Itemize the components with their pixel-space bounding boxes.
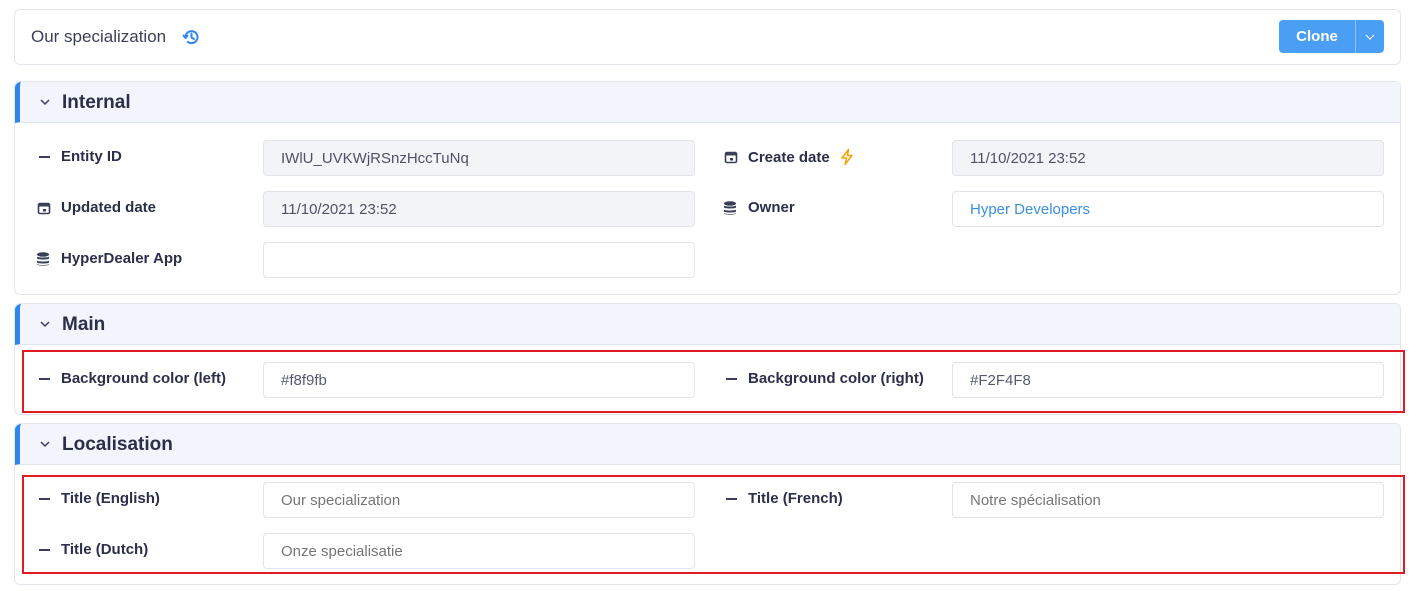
updated-date-label: Updated date [37, 199, 156, 216]
field-label-text: Entity ID [61, 148, 122, 165]
chevron-down-icon[interactable] [38, 437, 52, 451]
create-date-field: 11/10/2021 23:52 [952, 140, 1384, 176]
page-header: Our specialization Clone [14, 9, 1401, 65]
database-icon [722, 200, 738, 215]
chevron-down-icon[interactable] [1355, 20, 1384, 53]
entity-id-label: Entity ID [37, 148, 122, 165]
history-icon[interactable] [181, 27, 201, 47]
calendar-icon [37, 201, 51, 215]
field-label-text: HyperDealer App [61, 250, 183, 267]
section-internal-header[interactable]: Internal [15, 82, 1400, 123]
section-title: Main [62, 314, 106, 335]
database-icon [35, 251, 51, 266]
field-label-text: Updated date [61, 199, 157, 216]
owner-label: Owner [722, 199, 795, 216]
highlight-box [22, 475, 1405, 574]
create-date-label: Create date [724, 148, 856, 166]
entity-id-field: IWlU_UVKWjRSnzHccTuNq [263, 140, 695, 176]
section-main-header[interactable]: Main [15, 304, 1400, 345]
clone-button[interactable]: Clone [1279, 20, 1355, 53]
chevron-down-icon[interactable] [38, 95, 52, 109]
lightning-icon [838, 148, 856, 166]
highlight-box [22, 350, 1405, 413]
field-label-text: Owner [748, 199, 795, 216]
hyperdealer-app-label: HyperDealer App [35, 250, 182, 267]
section-internal: Internal [14, 81, 1401, 295]
chevron-down-icon[interactable] [38, 317, 52, 331]
updated-date-field: 11/10/2021 23:52 [263, 191, 695, 227]
section-title: Localisation [62, 434, 173, 455]
page-title: Our specialization [31, 27, 167, 46]
calendar-icon [724, 150, 738, 164]
hyperdealer-app-field[interactable] [263, 242, 695, 278]
section-localisation-header[interactable]: Localisation [15, 424, 1400, 465]
section-title: Internal [62, 92, 131, 113]
clone-button-group: Clone [1279, 20, 1384, 53]
owner-field[interactable]: Hyper Developers [952, 191, 1384, 227]
dash-icon [37, 150, 51, 164]
field-label-text: Create date [748, 148, 830, 166]
